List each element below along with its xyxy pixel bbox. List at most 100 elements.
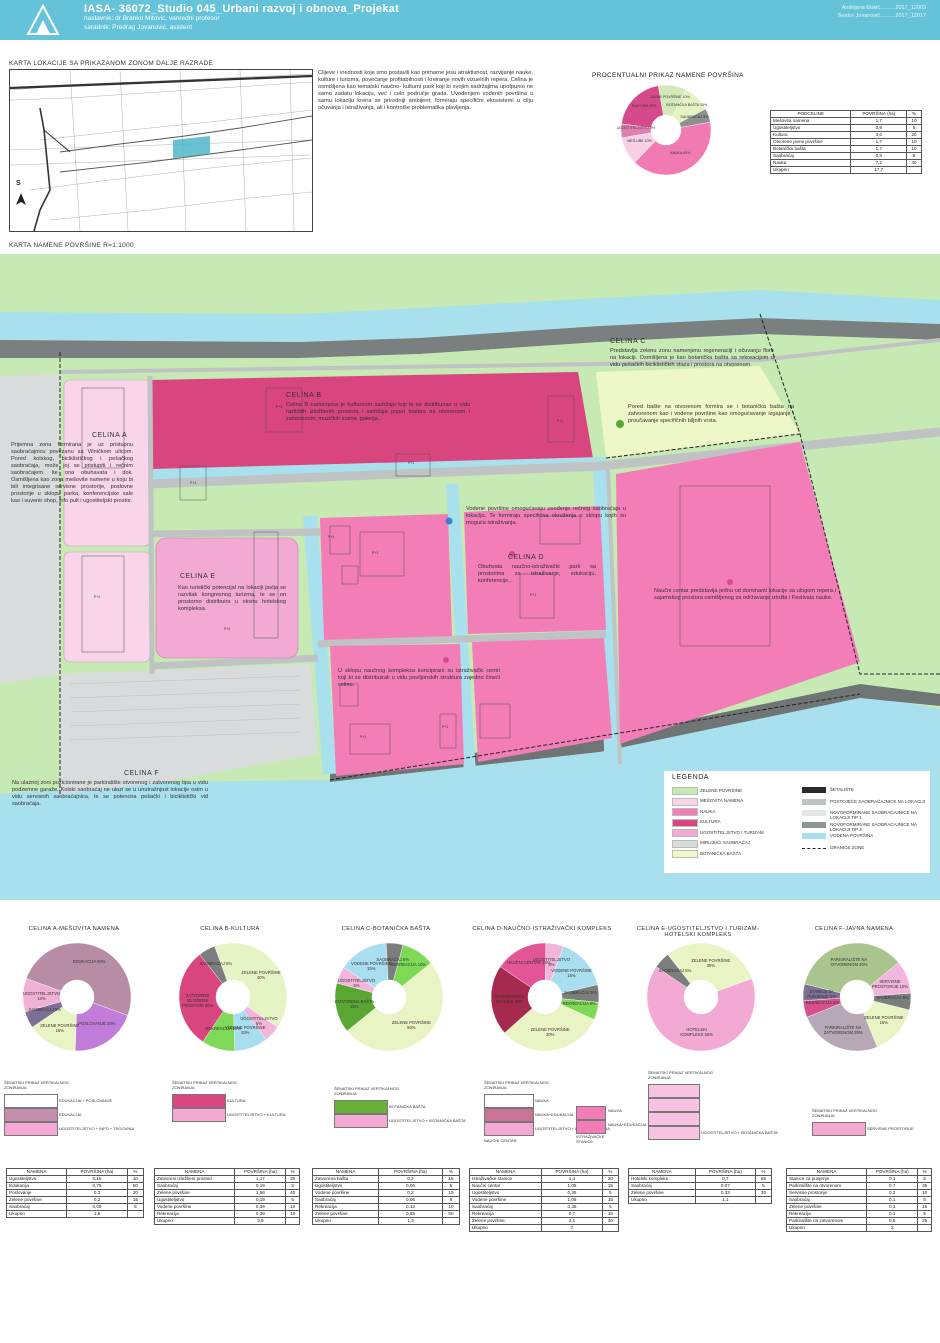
- table-row: Rekreacija 0,1 5: [785, 1210, 932, 1218]
- zone-area-table: NAMENA POVRŠINA (ha)% Stanice za punjenje 0…: [785, 1168, 932, 1232]
- pie-slice-label: MEŠ.UBE 10%: [627, 139, 652, 144]
- zoning-box-label: KULTURA: [227, 1098, 246, 1103]
- table-row: Botanička bašta 1,7 10: [769, 145, 922, 153]
- table-row: Stanice za punjenje 0,1 5: [785, 1175, 932, 1183]
- zoning-sub-label: ISTRAŽIVAČKE STANICE: [576, 1134, 605, 1144]
- table-cell: 7,2: [850, 159, 908, 167]
- table-cell: 5: [285, 1196, 300, 1204]
- legend-swatch: [672, 850, 698, 858]
- table-cell: 5: [285, 1182, 300, 1190]
- table-cell: 0,19: [234, 1196, 287, 1204]
- table-header-cell: %: [917, 1168, 932, 1176]
- table-cell: 15: [441, 1175, 461, 1183]
- building-label: P+1: [360, 735, 367, 739]
- zoning-box-label: BOTANIČKA BAŠTA: [389, 1104, 426, 1109]
- table-cell: Zelene površine: [153, 1189, 236, 1197]
- zone-f-title: CELINA F: [124, 770, 160, 777]
- table-row: Vodene površine 1,05 15: [468, 1196, 620, 1204]
- table-cell: 1,17: [234, 1175, 287, 1183]
- building-label: P+1: [190, 481, 197, 485]
- table-cell: Nauka: [769, 159, 852, 167]
- table-header-cell: POVRŠINA (ha): [866, 1168, 919, 1176]
- zoning-box: [484, 1122, 534, 1136]
- table-cell: Vodene površine: [311, 1189, 380, 1197]
- table-cell: 5: [906, 152, 922, 160]
- table-cell: Rekreacija: [785, 1210, 868, 1218]
- table-row: Saobraćaj 0,06 5: [311, 1196, 461, 1204]
- table-cell: 50: [441, 1210, 461, 1218]
- table-header-cell: NAMENA: [468, 1168, 543, 1176]
- pie-slice-label: UGOSTITELJSTVO 5%: [616, 125, 656, 130]
- legend-title: LEGENDA: [672, 774, 709, 781]
- zoning-box: [576, 1106, 606, 1120]
- table-row: Hotelski kompleks 0,7 65: [628, 1175, 773, 1183]
- table-cell: 5: [917, 1196, 932, 1204]
- pie-slice-label: SAOBRAĆAJ 5%: [658, 967, 692, 973]
- pie-slice-label: JAVNE POVRŠINE 10%: [650, 95, 690, 100]
- table-row: Ukupno 3,9: [153, 1217, 300, 1225]
- table-row: Rekreacija 0,13 10: [311, 1203, 461, 1211]
- table-cell: 0,35: [541, 1189, 603, 1197]
- zoning-box: [334, 1114, 388, 1128]
- table-row: Zelene površine 0,65 50: [311, 1210, 461, 1218]
- table-cell: 1,7: [850, 145, 908, 153]
- pie-slice-label: ZELENE POVRŠINE 40%: [241, 970, 281, 981]
- table-cell: 15: [601, 1196, 620, 1204]
- zoning-box: [334, 1100, 388, 1114]
- table-cell: 20: [126, 1189, 145, 1197]
- location-map-drawing: [10, 70, 312, 231]
- pie-slice-label: SAOBRAĆAJ 5%: [564, 989, 597, 995]
- pie-slice-label: ISTRAŽIVAČKE STANICE 20%: [494, 994, 525, 1005]
- table-cell: 0,9: [850, 124, 908, 132]
- zoning-box-label: NAUKA: [608, 1108, 622, 1113]
- north-label: S: [16, 180, 21, 187]
- table-cell: 10: [906, 145, 922, 153]
- zone-d-water-text: Vodene površine omogućavaju uvođenje reč…: [466, 506, 626, 526]
- zone-a-text: Prijemna zona formirana je uz pristupnu …: [11, 442, 133, 504]
- table-row: Ugostiteljstvo 0,15 10: [5, 1175, 145, 1183]
- table-row: Ukupno 1,1: [628, 1196, 773, 1204]
- zone-area-table: NAMENA POVRŠINA (ha)% Zatvorena bašta 0,2 15…: [311, 1168, 461, 1225]
- table-header-cell: POVRŠINA (ha): [66, 1168, 128, 1176]
- table-cell: Zatvorena bašta: [311, 1175, 380, 1183]
- table-cell: 20: [601, 1175, 620, 1183]
- table-row: Ukupno 7: [468, 1224, 620, 1232]
- legend-label: MEŠOVITA NAMENA: [700, 798, 744, 803]
- table-cell: Ukupno: [785, 1224, 868, 1232]
- pie-slice-label: UGOSTITELJSTVO 10%: [22, 990, 61, 1001]
- legend-label: ŠETALIŠTE: [830, 787, 854, 792]
- table-cell: Botanička bašta: [769, 145, 852, 153]
- zoning-box: [576, 1120, 606, 1134]
- mentor-line: nastavnik: dr Branko Mitović, vanredni p…: [84, 15, 220, 22]
- pie-slice-label: VODENE POVRŠINE 15%: [351, 961, 392, 972]
- legend-swatch: [802, 798, 826, 805]
- table-cell: 65: [754, 1175, 773, 1183]
- table-row: Zelene površine 1,56 40: [153, 1189, 300, 1197]
- table-row: Rekreacija 0,39 10: [153, 1210, 300, 1218]
- table-row: Ukupno 1,3: [311, 1217, 461, 1225]
- author-1: Andrijana Đukić..........2017_12003: [841, 5, 926, 11]
- table-cell: 50: [126, 1182, 145, 1190]
- table-cell: Vodene površine: [153, 1203, 236, 1211]
- table-cell: Ugostiteljstvo: [5, 1175, 68, 1183]
- table-cell: Ukupno: [468, 1224, 543, 1232]
- table-header-cell: NAMENA: [5, 1168, 68, 1176]
- zoning-box-label: NAUKA+EDUKACIJA: [608, 1122, 647, 1127]
- table-row: Zelene površine 0,33 30: [628, 1189, 773, 1197]
- pie-slice-label: REKREACIJA 5%: [562, 1001, 596, 1007]
- table-cell: 10: [126, 1175, 145, 1183]
- table-cell: 5: [441, 1196, 461, 1204]
- table-cell: 1,05: [541, 1196, 603, 1204]
- table-cell: 0,2: [866, 1189, 919, 1197]
- table-header-cell: POVRŠINA (ha): [378, 1168, 443, 1176]
- table-row: Saobraćaj 0,1 5: [785, 1196, 932, 1204]
- table-cell: 0,75: [66, 1182, 128, 1190]
- legend-label: BOTANIČKA BAŠTA: [700, 850, 742, 856]
- zone-a-title: CELINA A: [92, 432, 128, 439]
- table-cell: 0,39: [234, 1210, 287, 1218]
- table-row: Saobraćaj 0,9 5: [769, 152, 922, 160]
- table-cell: 10: [917, 1189, 932, 1197]
- table-cell: Saobraćaj: [468, 1203, 543, 1211]
- table-cell: Parkiralište na otvorenom: [785, 1182, 868, 1190]
- table-cell: Zelene površine: [468, 1217, 543, 1225]
